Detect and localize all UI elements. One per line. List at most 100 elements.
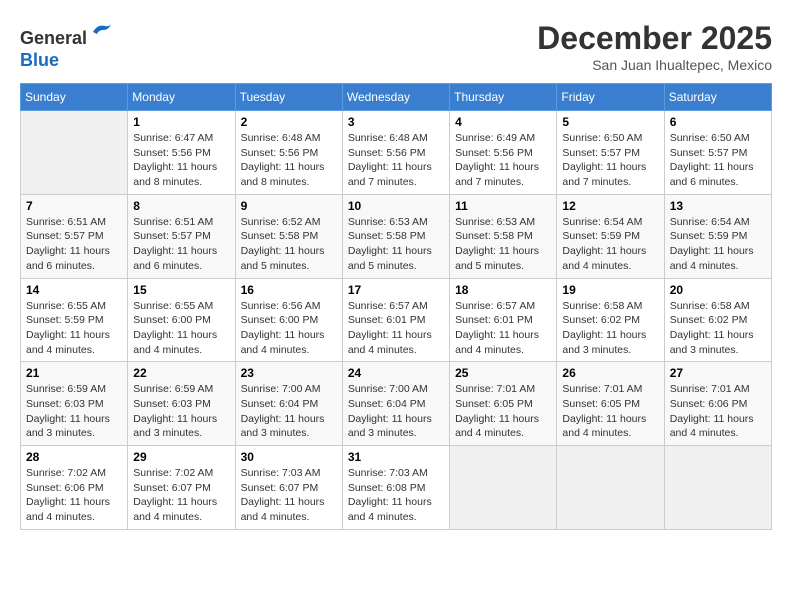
- day-number: 24: [348, 366, 444, 380]
- day-number: 15: [133, 283, 229, 297]
- day-info: Sunrise: 7:00 AMSunset: 6:04 PMDaylight:…: [241, 382, 337, 441]
- day-number: 4: [455, 115, 551, 129]
- week-row-1: 1 Sunrise: 6:47 AMSunset: 5:56 PMDaylight…: [21, 111, 772, 195]
- day-number: 11: [455, 199, 551, 213]
- day-info: Sunrise: 6:57 AMSunset: 6:01 PMDaylight:…: [348, 299, 444, 358]
- calendar-cell: 29 Sunrise: 7:02 AMSunset: 6:07 PMDayligh…: [128, 446, 235, 530]
- day-number: 19: [562, 283, 658, 297]
- day-number: 26: [562, 366, 658, 380]
- calendar-cell: [557, 446, 664, 530]
- week-row-3: 14 Sunrise: 6:55 AMSunset: 5:59 PMDayligh…: [21, 278, 772, 362]
- logo-bird-icon: [89, 20, 113, 44]
- calendar-cell: 28 Sunrise: 7:02 AMSunset: 6:06 PMDayligh…: [21, 446, 128, 530]
- calendar-table: SundayMondayTuesdayWednesdayThursdayFrid…: [20, 83, 772, 530]
- calendar-cell: 6 Sunrise: 6:50 AMSunset: 5:57 PMDaylight…: [664, 111, 771, 195]
- day-number: 1: [133, 115, 229, 129]
- day-info: Sunrise: 6:47 AMSunset: 5:56 PMDaylight:…: [133, 131, 229, 190]
- day-number: 22: [133, 366, 229, 380]
- day-number: 23: [241, 366, 337, 380]
- weekday-header-tuesday: Tuesday: [235, 84, 342, 111]
- title-block: December 2025 San Juan Ihualtepec, Mexic…: [537, 20, 772, 73]
- day-info: Sunrise: 6:51 AMSunset: 5:57 PMDaylight:…: [26, 215, 122, 274]
- day-info: Sunrise: 6:54 AMSunset: 5:59 PMDaylight:…: [670, 215, 766, 274]
- day-info: Sunrise: 6:51 AMSunset: 5:57 PMDaylight:…: [133, 215, 229, 274]
- calendar-cell: 13 Sunrise: 6:54 AMSunset: 5:59 PMDayligh…: [664, 194, 771, 278]
- day-info: Sunrise: 6:58 AMSunset: 6:02 PMDaylight:…: [562, 299, 658, 358]
- day-info: Sunrise: 7:01 AMSunset: 6:06 PMDaylight:…: [670, 382, 766, 441]
- day-number: 6: [670, 115, 766, 129]
- calendar-cell: 27Sunrise: 7:01 AMSunset: 6:06 PMDayligh…: [664, 362, 771, 446]
- day-info: Sunrise: 6:53 AMSunset: 5:58 PMDaylight:…: [348, 215, 444, 274]
- calendar-cell: 25 Sunrise: 7:01 AMSunset: 6:05 PMDayligh…: [450, 362, 557, 446]
- day-number: 13: [670, 199, 766, 213]
- week-row-5: 28 Sunrise: 7:02 AMSunset: 6:06 PMDayligh…: [21, 446, 772, 530]
- day-number: 29: [133, 450, 229, 464]
- calendar-cell: 4 Sunrise: 6:49 AMSunset: 5:56 PMDaylight…: [450, 111, 557, 195]
- day-number: 12: [562, 199, 658, 213]
- calendar-cell: [664, 446, 771, 530]
- calendar-cell: 9 Sunrise: 6:52 AMSunset: 5:58 PMDaylight…: [235, 194, 342, 278]
- day-info: Sunrise: 6:48 AMSunset: 5:56 PMDaylight:…: [348, 131, 444, 190]
- weekday-header-friday: Friday: [557, 84, 664, 111]
- calendar-cell: 31 Sunrise: 7:03 AMSunset: 6:08 PMDayligh…: [342, 446, 449, 530]
- calendar-cell: 5 Sunrise: 6:50 AMSunset: 5:57 PMDaylight…: [557, 111, 664, 195]
- calendar-cell: 8Sunrise: 6:51 AMSunset: 5:57 PMDaylight…: [128, 194, 235, 278]
- calendar-cell: 24 Sunrise: 7:00 AMSunset: 6:04 PMDayligh…: [342, 362, 449, 446]
- week-row-4: 21 Sunrise: 6:59 AMSunset: 6:03 PMDayligh…: [21, 362, 772, 446]
- day-info: Sunrise: 7:02 AMSunset: 6:07 PMDaylight:…: [133, 466, 229, 525]
- calendar-cell: 7 Sunrise: 6:51 AMSunset: 5:57 PMDaylight…: [21, 194, 128, 278]
- day-info: Sunrise: 6:48 AMSunset: 5:56 PMDaylight:…: [241, 131, 337, 190]
- weekday-header-thursday: Thursday: [450, 84, 557, 111]
- calendar-cell: 18 Sunrise: 6:57 AMSunset: 6:01 PMDayligh…: [450, 278, 557, 362]
- calendar-cell: 2 Sunrise: 6:48 AMSunset: 5:56 PMDaylight…: [235, 111, 342, 195]
- weekday-header-row: SundayMondayTuesdayWednesdayThursdayFrid…: [21, 84, 772, 111]
- day-info: Sunrise: 7:01 AMSunset: 6:05 PMDaylight:…: [562, 382, 658, 441]
- calendar-cell: 14 Sunrise: 6:55 AMSunset: 5:59 PMDayligh…: [21, 278, 128, 362]
- calendar-cell: 3 Sunrise: 6:48 AMSunset: 5:56 PMDaylight…: [342, 111, 449, 195]
- day-number: 28: [26, 450, 122, 464]
- day-number: 21: [26, 366, 122, 380]
- page-header: General Blue December 2025 San Juan Ihua…: [20, 20, 772, 73]
- day-number: 2: [241, 115, 337, 129]
- calendar-cell: 22Sunrise: 6:59 AMSunset: 6:03 PMDayligh…: [128, 362, 235, 446]
- calendar-cell: 16Sunrise: 6:56 AMSunset: 6:00 PMDayligh…: [235, 278, 342, 362]
- day-info: Sunrise: 6:50 AMSunset: 5:57 PMDaylight:…: [670, 131, 766, 190]
- day-number: 10: [348, 199, 444, 213]
- calendar-cell: 30Sunrise: 7:03 AMSunset: 6:07 PMDayligh…: [235, 446, 342, 530]
- day-info: Sunrise: 6:57 AMSunset: 6:01 PMDaylight:…: [455, 299, 551, 358]
- day-info: Sunrise: 7:02 AMSunset: 6:06 PMDaylight:…: [26, 466, 122, 525]
- day-info: Sunrise: 7:00 AMSunset: 6:04 PMDaylight:…: [348, 382, 444, 441]
- day-number: 25: [455, 366, 551, 380]
- day-info: Sunrise: 7:03 AMSunset: 6:08 PMDaylight:…: [348, 466, 444, 525]
- calendar-cell: 10 Sunrise: 6:53 AMSunset: 5:58 PMDayligh…: [342, 194, 449, 278]
- day-info: Sunrise: 7:01 AMSunset: 6:05 PMDaylight:…: [455, 382, 551, 441]
- month-title: December 2025: [537, 20, 772, 57]
- day-number: 3: [348, 115, 444, 129]
- calendar-cell: 19 Sunrise: 6:58 AMSunset: 6:02 PMDayligh…: [557, 278, 664, 362]
- day-info: Sunrise: 6:59 AMSunset: 6:03 PMDaylight:…: [26, 382, 122, 441]
- location: San Juan Ihualtepec, Mexico: [537, 57, 772, 73]
- day-info: Sunrise: 6:49 AMSunset: 5:56 PMDaylight:…: [455, 131, 551, 190]
- calendar-cell: 12 Sunrise: 6:54 AMSunset: 5:59 PMDayligh…: [557, 194, 664, 278]
- day-number: 5: [562, 115, 658, 129]
- calendar-cell: 20Sunrise: 6:58 AMSunset: 6:02 PMDayligh…: [664, 278, 771, 362]
- day-info: Sunrise: 6:55 AMSunset: 5:59 PMDaylight:…: [26, 299, 122, 358]
- day-info: Sunrise: 7:03 AMSunset: 6:07 PMDaylight:…: [241, 466, 337, 525]
- day-info: Sunrise: 6:58 AMSunset: 6:02 PMDaylight:…: [670, 299, 766, 358]
- day-info: Sunrise: 6:55 AMSunset: 6:00 PMDaylight:…: [133, 299, 229, 358]
- calendar-cell: [21, 111, 128, 195]
- weekday-header-monday: Monday: [128, 84, 235, 111]
- weekday-header-sunday: Sunday: [21, 84, 128, 111]
- calendar-cell: 15 Sunrise: 6:55 AMSunset: 6:00 PMDayligh…: [128, 278, 235, 362]
- logo: General Blue: [20, 20, 113, 71]
- day-number: 17: [348, 283, 444, 297]
- day-number: 7: [26, 199, 122, 213]
- day-info: Sunrise: 6:52 AMSunset: 5:58 PMDaylight:…: [241, 215, 337, 274]
- day-info: Sunrise: 6:50 AMSunset: 5:57 PMDaylight:…: [562, 131, 658, 190]
- weekday-header-wednesday: Wednesday: [342, 84, 449, 111]
- day-number: 31: [348, 450, 444, 464]
- day-number: 18: [455, 283, 551, 297]
- day-info: Sunrise: 6:54 AMSunset: 5:59 PMDaylight:…: [562, 215, 658, 274]
- day-number: 14: [26, 283, 122, 297]
- day-number: 9: [241, 199, 337, 213]
